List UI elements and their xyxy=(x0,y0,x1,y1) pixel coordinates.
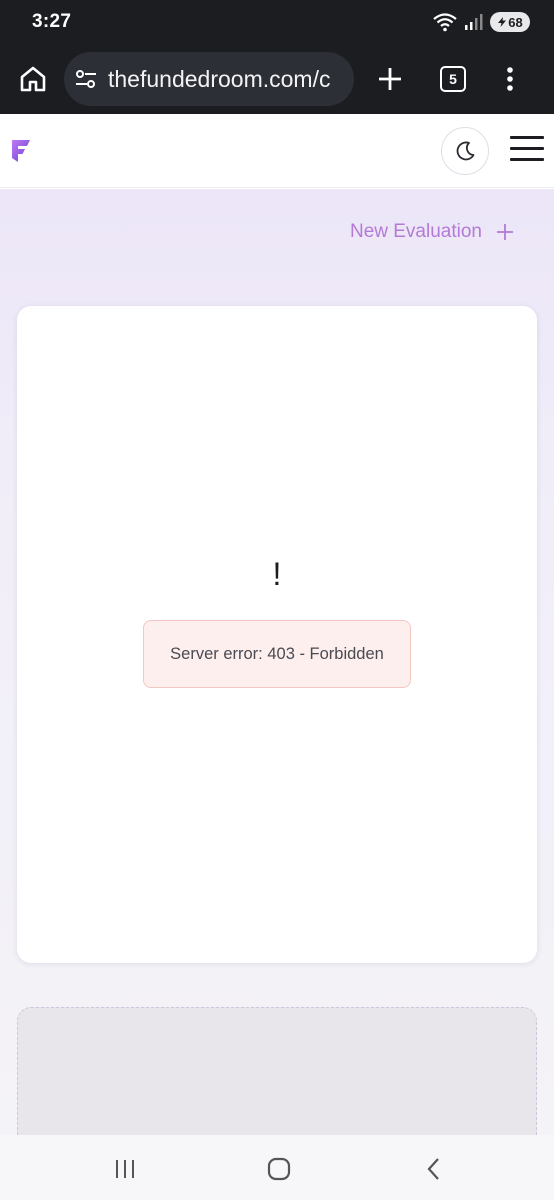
status-icons: 68 xyxy=(432,12,530,32)
recents-icon xyxy=(116,1160,134,1178)
browser-menu-button[interactable] xyxy=(500,61,520,97)
home-icon xyxy=(20,66,46,92)
back-icon xyxy=(427,1158,439,1180)
battery-level: 68 xyxy=(508,14,523,30)
main-content: New Evaluation ! Server error: 403 - For… xyxy=(0,189,554,1135)
theme-toggle-button[interactable] xyxy=(441,127,489,175)
new-evaluation-label: New Evaluation xyxy=(349,221,482,242)
site-logo[interactable] xyxy=(10,138,32,169)
moon-icon xyxy=(456,141,475,161)
plus-circle-icon xyxy=(260,1124,296,1135)
new-evaluation-button[interactable]: New Evaluation xyxy=(350,221,514,243)
new-tab-button[interactable] xyxy=(372,61,408,97)
home-circle-icon xyxy=(267,1157,291,1181)
recents-button[interactable] xyxy=(111,1155,139,1183)
back-button[interactable] xyxy=(420,1155,448,1183)
system-nav-bar xyxy=(0,1135,554,1200)
hamburger-menu-button[interactable] xyxy=(510,136,544,166)
tab-switcher-button[interactable]: 5 xyxy=(440,66,466,92)
charging-icon xyxy=(498,17,507,27)
battery-indicator: 68 xyxy=(490,12,530,32)
home-nav-button[interactable] xyxy=(265,1155,293,1183)
evaluation-card: ! Server error: 403 - Forbidden xyxy=(17,306,537,963)
url-text[interactable]: thefundedroom.com/c xyxy=(108,66,342,93)
status-bar: 3:27 68 xyxy=(0,0,554,44)
site-settings-icon[interactable] xyxy=(74,67,98,91)
menu-line-icon xyxy=(510,147,544,150)
error-message: Server error: 403 - Forbidden xyxy=(170,644,384,663)
menu-line-icon xyxy=(510,136,544,139)
browser-toolbar: thefundedroom.com/c 5 xyxy=(0,44,554,114)
more-vert-icon xyxy=(507,67,513,91)
signal-icon xyxy=(465,14,483,30)
add-evaluation-card[interactable] xyxy=(17,1007,537,1135)
browser-home-button[interactable] xyxy=(8,54,58,104)
plus-icon xyxy=(497,224,513,240)
menu-line-icon xyxy=(510,158,544,161)
status-time: 3:27 xyxy=(32,11,72,32)
logo-icon xyxy=(12,140,30,162)
error-icon: ! xyxy=(272,556,282,592)
address-bar[interactable]: thefundedroom.com/c xyxy=(64,52,354,106)
wifi-icon xyxy=(433,13,457,32)
site-header xyxy=(0,114,554,188)
plus-icon xyxy=(379,68,401,90)
error-alert: Server error: 403 - Forbidden xyxy=(143,620,411,688)
